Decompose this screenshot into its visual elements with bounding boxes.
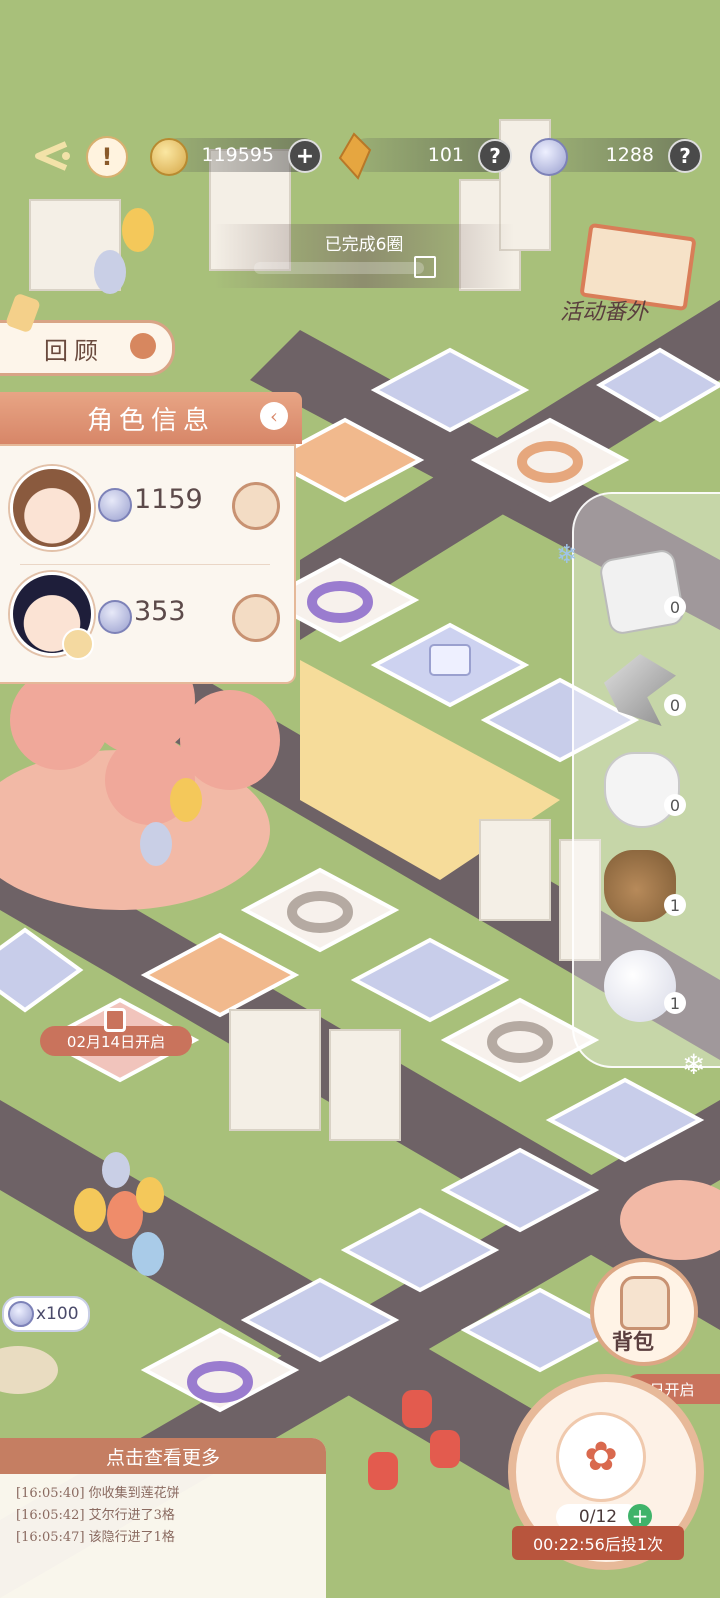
item-count: 1: [664, 992, 686, 1014]
locked-tile-text: 02月14日开启: [66, 1032, 166, 1051]
character-avatar[interactable]: [10, 466, 94, 550]
roll-timer: 00:22:56后投1次: [512, 1526, 684, 1560]
review-label: 回顾: [44, 337, 104, 365]
character-token-value: 1159: [134, 484, 203, 515]
event-extra-button[interactable]: 活动番外: [548, 222, 698, 332]
coin-icon: [150, 138, 188, 176]
token-icon: [98, 488, 132, 522]
row-divider: [20, 564, 270, 565]
log-header[interactable]: 点击查看更多: [0, 1438, 326, 1474]
event-extra-label: 活动番外: [560, 300, 649, 325]
bag-label: 背包: [612, 1329, 654, 1354]
laps-completed-text: 已完成6圈: [324, 235, 404, 255]
character-row: 353: [0, 566, 294, 676]
dice-icon[interactable]: [597, 547, 687, 637]
swap-icon[interactable]: [62, 628, 94, 660]
item-count: 0: [664, 694, 686, 716]
log-header-text: 点击查看更多: [105, 1446, 220, 1469]
log-line: [16:05:42] 艾尔行进了3格: [16, 1508, 175, 1523]
activity-log[interactable]: 点击查看更多 [16:05:40] 你收集到莲花饼 [16:05:42] 艾尔行…: [0, 1438, 326, 1598]
character-info-title: 角色信息: [86, 405, 215, 436]
lap-reward-bar: [254, 262, 424, 274]
token-icon: [530, 138, 568, 176]
bread-icon[interactable]: [232, 594, 280, 642]
glove-icon[interactable]: [604, 752, 680, 828]
arrow-icon[interactable]: [604, 654, 676, 726]
reward-badge-text: x100: [36, 1304, 79, 1324]
log-line: [16:05:40] 你收集到莲花饼: [16, 1486, 180, 1501]
snowflake-icon: ❄: [682, 1048, 706, 1081]
crystal-icon: [338, 132, 372, 180]
character-info-header[interactable]: 角色信息 ‹: [0, 392, 302, 444]
token-icon: [8, 1301, 34, 1327]
alert-button[interactable]: !: [86, 136, 128, 178]
roll-count: 0/12: [578, 1507, 618, 1527]
gift-icon[interactable]: [414, 256, 436, 278]
item-count: 0: [664, 596, 686, 618]
add-coins-button[interactable]: +: [288, 139, 322, 173]
play-icon: [130, 333, 156, 359]
bag-button[interactable]: 背包: [590, 1258, 698, 1366]
add-roll-button[interactable]: +: [628, 1504, 652, 1528]
crystals-help-button[interactable]: ?: [478, 139, 512, 173]
roll-timer-text: 00:22:56后投1次: [532, 1535, 664, 1554]
flower-emblem-icon: ✿: [556, 1412, 646, 1502]
exclamation-icon: !: [101, 143, 113, 171]
item-count: 1: [664, 894, 686, 916]
snowflake-icon: ❄: [556, 540, 578, 570]
back-button[interactable]: [26, 136, 76, 176]
item-panel: 0 0 0 1 1: [572, 492, 720, 1068]
bread-icon[interactable]: [232, 482, 280, 530]
character-token-value: 353: [134, 596, 186, 627]
token-icon: [98, 600, 132, 634]
character-row: 1159: [0, 454, 294, 564]
reward-badge[interactable]: x100: [2, 1296, 90, 1332]
tokens-help-button[interactable]: ?: [668, 139, 702, 173]
item-count: 0: [664, 794, 686, 816]
character-list: 1159 353: [0, 444, 296, 684]
lock-icon: [104, 1008, 126, 1032]
backpack-icon: [620, 1276, 670, 1330]
back-arrow-icon: [35, 141, 70, 171]
collapse-chevron-icon[interactable]: ‹: [260, 402, 288, 430]
log-line: [16:05:47] 该隐行进了1格: [16, 1530, 175, 1545]
laps-banner: 已完成6圈: [214, 224, 514, 288]
snowball-icon[interactable]: [604, 950, 676, 1022]
character-info-panel: 角色信息 ‹ 1159 353: [0, 392, 302, 688]
